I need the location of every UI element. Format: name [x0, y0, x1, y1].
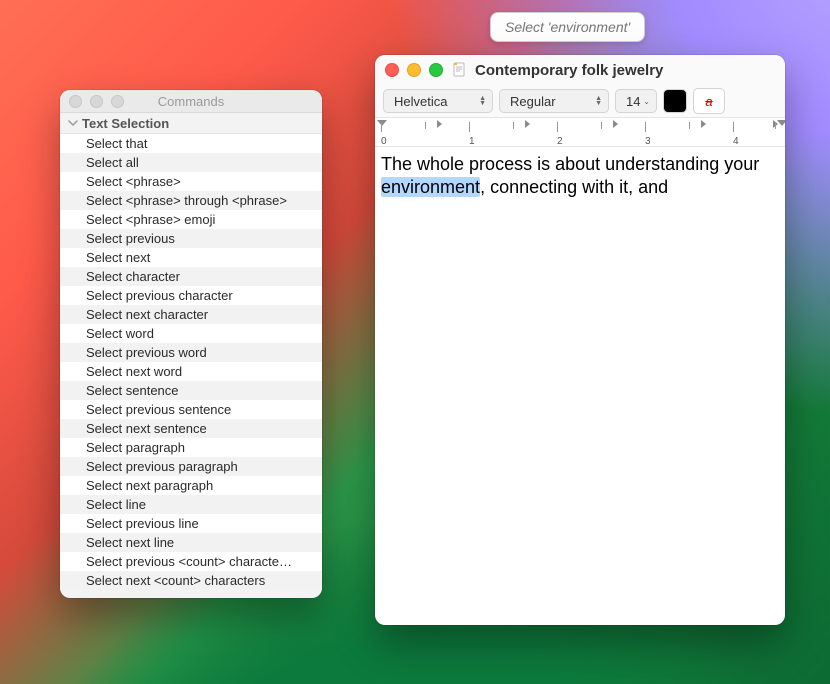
text-editor-window: Contemporary folk jewelry Helvetica ▲▼ R… [375, 55, 785, 625]
list-item-label: Select next <count> characters [86, 573, 265, 588]
document-icon [451, 62, 467, 78]
list-item[interactable]: Select previous [60, 229, 322, 248]
ruler-number: 0 [381, 136, 387, 147]
minimize-icon[interactable] [407, 63, 421, 77]
traffic-lights-inactive [60, 95, 124, 108]
list-item[interactable]: Select <phrase> emoji [60, 210, 322, 229]
list-item[interactable]: Select previous word [60, 343, 322, 362]
zoom-icon[interactable] [429, 63, 443, 77]
font-style-select[interactable]: Regular ▲▼ [499, 89, 609, 113]
tab-marker-icon[interactable] [701, 120, 706, 128]
list-item-label: Select next line [86, 535, 174, 550]
commands-window: Commands Text Selection Select that Sele… [60, 90, 322, 598]
chevron-down-icon: ⌄ [643, 97, 650, 106]
list-item-label: Select previous line [86, 516, 199, 531]
list-item-label: Select <phrase> [86, 174, 181, 189]
list-item-label: Select next word [86, 364, 182, 379]
editor-titlebar[interactable]: Contemporary folk jewelry [375, 55, 785, 85]
body-text-pre: The whole process is about understanding… [381, 154, 759, 174]
voice-control-tooltip: Select 'environment' [490, 12, 645, 42]
commands-titlebar[interactable]: Commands [60, 90, 322, 113]
list-item-label: Select sentence [86, 383, 179, 398]
updown-icon: ▲▼ [479, 96, 486, 106]
tab-marker-icon[interactable] [525, 120, 530, 128]
editor-toolbar: Helvetica ▲▼ Regular ▲▼ 14 ⌄ a [375, 85, 785, 117]
list-item[interactable]: Select previous character [60, 286, 322, 305]
list-item[interactable]: Select word [60, 324, 322, 343]
list-item[interactable]: Select sentence [60, 381, 322, 400]
list-item[interactable]: Select previous sentence [60, 400, 322, 419]
list-item[interactable]: Select <phrase> [60, 172, 322, 191]
list-item[interactable]: Select previous <count> characte… [60, 552, 322, 571]
list-item-label: Select <phrase> through <phrase> [86, 193, 287, 208]
list-item-label: Select paragraph [86, 440, 185, 455]
ruler-number: 1 [469, 136, 475, 147]
ruler[interactable]: 0 1 2 3 4 [375, 117, 785, 147]
list-item[interactable]: Select previous line [60, 514, 322, 533]
font-style-value: Regular [510, 94, 556, 109]
list-item[interactable]: Select next word [60, 362, 322, 381]
editor-text-area[interactable]: The whole process is about understanding… [375, 147, 785, 206]
list-item-label: Select word [86, 326, 154, 341]
list-item-label: Select previous <count> characte… [86, 554, 292, 569]
list-item-label: Select line [86, 497, 146, 512]
list-item-label: Select next paragraph [86, 478, 213, 493]
ruler-number: 3 [645, 136, 651, 147]
list-item-label: Select previous paragraph [86, 459, 238, 474]
close-icon[interactable] [69, 95, 82, 108]
commands-list: Select that Select all Select <phrase> S… [60, 134, 322, 590]
close-icon[interactable] [385, 63, 399, 77]
list-item[interactable]: Select next sentence [60, 419, 322, 438]
list-item[interactable]: Select line [60, 495, 322, 514]
document-title: Contemporary folk jewelry [475, 62, 663, 79]
text-color-swatch[interactable] [663, 89, 687, 113]
list-item[interactable]: Select all [60, 153, 322, 172]
section-label: Text Selection [82, 116, 169, 131]
font-family-value: Helvetica [394, 94, 447, 109]
list-item[interactable]: Select character [60, 267, 322, 286]
list-item[interactable]: Select next [60, 248, 322, 267]
list-item-label: Select next character [86, 307, 208, 322]
list-item-label: Select next sentence [86, 421, 207, 436]
list-item[interactable]: Select next <count> characters [60, 571, 322, 590]
list-item[interactable]: Select next paragraph [60, 476, 322, 495]
list-item[interactable]: Select next line [60, 533, 322, 552]
strikethrough-button[interactable]: a [693, 88, 725, 114]
list-item[interactable]: Select next character [60, 305, 322, 324]
section-header-text-selection[interactable]: Text Selection [60, 113, 322, 134]
desktop-background: Select 'environment' Commands Text Selec… [0, 0, 830, 684]
list-item[interactable]: Select that [60, 134, 322, 153]
tab-marker-icon[interactable] [613, 120, 618, 128]
list-item-label: Select that [86, 136, 147, 151]
indent-right-marker-icon[interactable] [777, 120, 785, 128]
font-size-select[interactable]: 14 ⌄ [615, 89, 657, 113]
font-family-select[interactable]: Helvetica ▲▼ [383, 89, 493, 113]
updown-icon: ▲▼ [595, 96, 602, 106]
list-item-label: Select character [86, 269, 180, 284]
strikethrough-glyph: a [705, 94, 712, 109]
font-size-value: 14 [626, 94, 640, 109]
minimize-icon[interactable] [90, 95, 103, 108]
list-item-label: Select previous sentence [86, 402, 231, 417]
list-item[interactable]: Select previous paragraph [60, 457, 322, 476]
tooltip-text: Select 'environment' [505, 19, 630, 35]
traffic-lights [385, 63, 443, 77]
list-item-label: Select previous [86, 231, 175, 246]
body-text-post: , connecting with it, and [480, 177, 668, 197]
ruler-number: 4 [733, 136, 739, 147]
list-item-label: Select <phrase> emoji [86, 212, 215, 227]
zoom-icon[interactable] [111, 95, 124, 108]
list-item-label: Select next [86, 250, 150, 265]
list-item-label: Select previous character [86, 288, 233, 303]
tab-marker-icon[interactable] [437, 120, 442, 128]
list-item-label: Select previous word [86, 345, 207, 360]
chevron-down-icon [66, 116, 80, 130]
list-item-label: Select all [86, 155, 139, 170]
selected-text: environment [381, 177, 480, 197]
list-item[interactable]: Select paragraph [60, 438, 322, 457]
ruler-track: 0 1 2 3 4 [375, 122, 785, 134]
list-item[interactable]: Select <phrase> through <phrase> [60, 191, 322, 210]
ruler-number: 2 [557, 136, 563, 147]
